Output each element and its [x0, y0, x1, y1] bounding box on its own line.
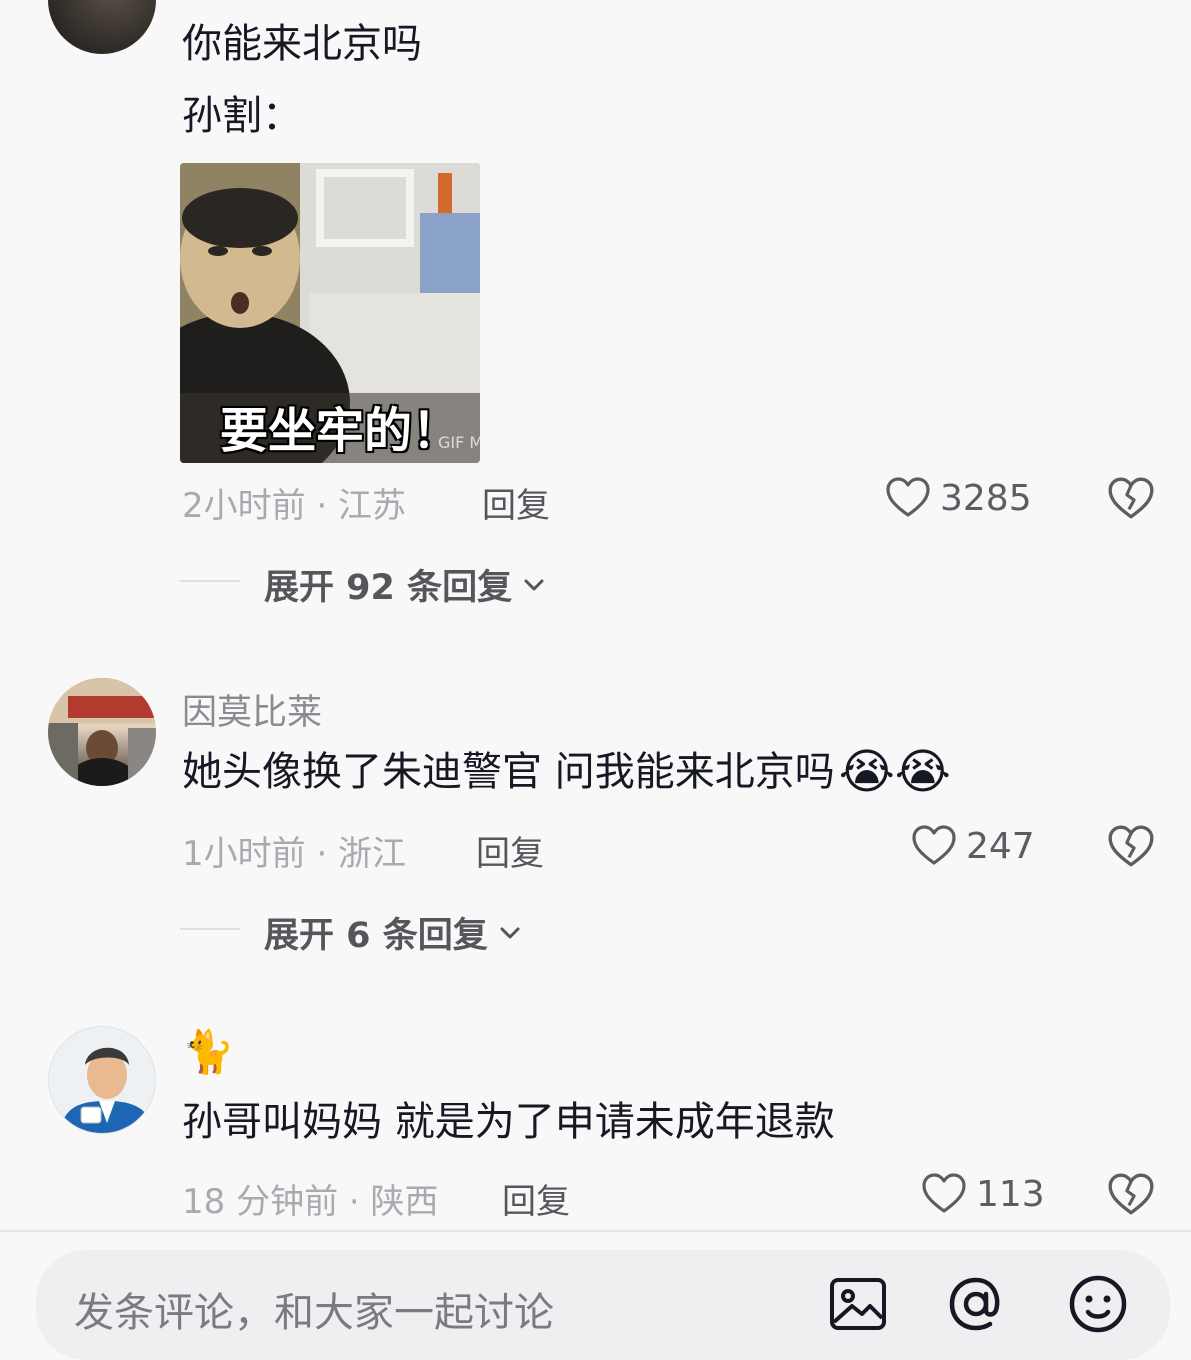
emoji-button[interactable]	[1066, 1272, 1130, 1340]
dislike-button[interactable]	[1106, 1170, 1156, 1224]
expand-replies-button[interactable]: 展开 92 条回复	[264, 559, 548, 610]
dislike-button[interactable]	[1106, 822, 1156, 876]
comment-text-line: 孙割：	[182, 93, 302, 139]
smiley-icon	[1069, 1275, 1127, 1333]
avatar-illustration	[49, 1027, 155, 1133]
username[interactable]: 🐈	[182, 1028, 234, 1076]
username[interactable]: 因莫比莱	[182, 684, 322, 735]
like-count: 3285	[940, 477, 1032, 519]
crying-emoji: 😭😭	[838, 744, 951, 800]
like-button[interactable]: 3285	[884, 474, 1032, 522]
image-icon	[830, 1278, 886, 1330]
broken-heart-icon	[1108, 1173, 1154, 1215]
expand-replies-button[interactable]: 展开 6 条回复	[264, 907, 524, 958]
broken-heart-icon	[1108, 825, 1154, 867]
chevron-down-icon	[524, 579, 544, 590]
like-count: 247	[966, 825, 1035, 867]
bottom-divider	[0, 1230, 1191, 1232]
broken-heart-icon	[1108, 477, 1154, 519]
chevron-down-icon	[500, 927, 520, 938]
at-icon	[949, 1277, 1000, 1331]
meme-watermark: GIF Mas	[438, 433, 480, 452]
like-button[interactable]: 113	[920, 1170, 1045, 1218]
image-button[interactable]	[826, 1272, 890, 1340]
avatar[interactable]	[48, 0, 156, 54]
avatar[interactable]	[48, 678, 156, 786]
heart-outline-icon	[922, 1173, 966, 1213]
comment-input-placeholder[interactable]: 发条评论，和大家一起讨论	[74, 1280, 554, 1338]
divider	[180, 580, 240, 582]
divider	[180, 928, 240, 930]
comment-time-location: 18 分钟前 · 陕西	[182, 1182, 439, 1222]
comment-text: 她头像换了朱迪警官 问我能来北京吗	[182, 749, 835, 795]
comment-time-location: 1小时前 · 浙江	[182, 834, 407, 874]
like-count: 113	[976, 1173, 1045, 1215]
comment-text: 孙哥叫妈妈 就是为了申请未成年退款	[182, 1099, 835, 1145]
comment-body: 她头像换了朱迪警官 问我能来北京吗 😭😭	[182, 748, 951, 796]
heart-outline-icon	[912, 825, 956, 865]
expand-replies-label: 展开 6 条回复	[264, 916, 488, 956]
heart-outline-icon	[886, 477, 930, 517]
dislike-button[interactable]	[1106, 474, 1156, 528]
meme-image[interactable]: 要坐牢的！ GIF Mas	[180, 163, 480, 463]
avatar-illustration	[48, 678, 156, 786]
reply-button[interactable]: 回复	[482, 478, 550, 527]
avatar[interactable]	[48, 1026, 156, 1134]
expand-replies-label: 展开 92 条回复	[264, 568, 513, 608]
reply-button[interactable]: 回复	[502, 1174, 570, 1223]
comment-input-bar[interactable]: 发条评论，和大家一起讨论	[36, 1250, 1170, 1360]
mention-button[interactable]	[944, 1272, 1008, 1340]
like-button[interactable]: 247	[910, 822, 1035, 870]
reply-button[interactable]: 回复	[476, 826, 544, 875]
meme-caption: 要坐牢的！	[220, 403, 461, 459]
comment-time-location: 2小时前 · 江苏	[182, 486, 407, 526]
comment-text-line: 你能来北京吗	[182, 21, 422, 67]
